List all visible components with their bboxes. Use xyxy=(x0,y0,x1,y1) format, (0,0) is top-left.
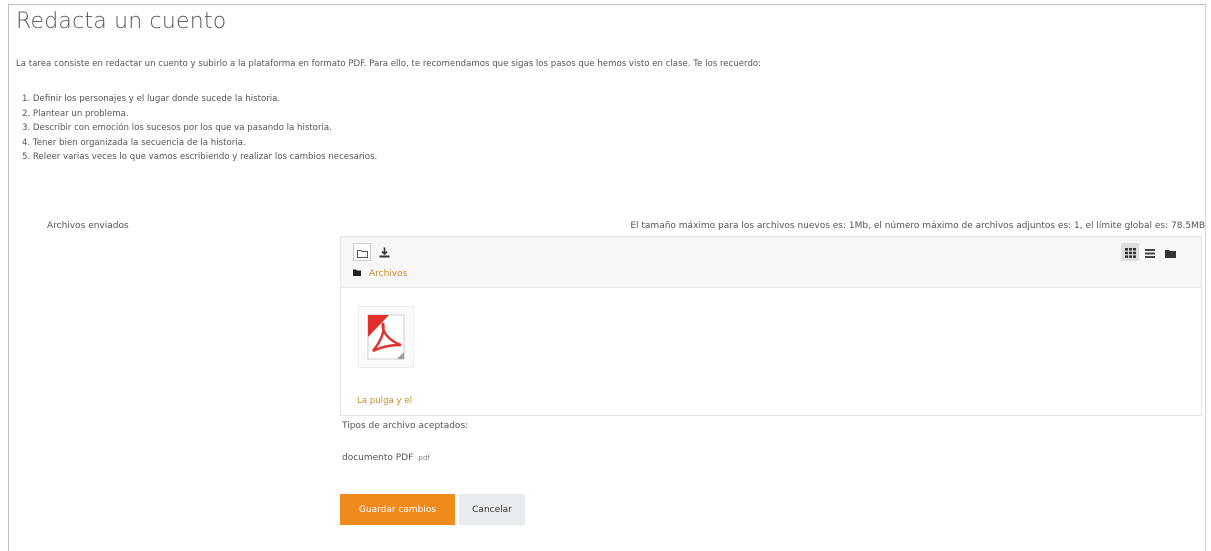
accepted-type: documento PDF .pdf xyxy=(342,453,430,463)
list-view-icon xyxy=(1145,243,1155,262)
step-item: 5. Releer varias veces lo que vamos escr… xyxy=(22,152,378,162)
tree-view-button[interactable] xyxy=(1161,243,1179,261)
accepted-types-label: Tipos de archivo aceptados: xyxy=(342,421,469,431)
submitted-files-label: Archivos enviados xyxy=(47,221,129,231)
accepted-type-extension: .pdf xyxy=(416,454,430,462)
step-item: 2. Plantear un problema. xyxy=(22,108,129,119)
file-manager: Archivos La pulga y el xyxy=(340,236,1202,416)
download-icon xyxy=(379,243,390,262)
breadcrumb: Archivos xyxy=(353,269,407,279)
intro-text: La tarea consiste en redactar un cuento … xyxy=(16,59,762,69)
file-name[interactable]: La pulga y el xyxy=(357,396,412,406)
file-manager-toolbar: Archivos xyxy=(341,237,1201,288)
grid-view-button[interactable] xyxy=(1121,243,1139,261)
steps-list: 1. Definir los personajes y el lugar don… xyxy=(22,92,377,165)
accepted-type-name: documento PDF xyxy=(342,453,414,463)
page-title: Redacta un cuento xyxy=(16,9,227,34)
file-list-area: La pulga y el xyxy=(341,288,1201,415)
file-thumbnail xyxy=(358,306,414,368)
cancel-button[interactable]: Cancelar xyxy=(459,494,525,525)
upload-limits-text: El tamaño máximo para los archivos nuevo… xyxy=(630,221,1205,231)
list-view-button[interactable] xyxy=(1141,243,1159,261)
breadcrumb-files-link[interactable]: Archivos xyxy=(369,269,407,279)
download-all-button[interactable] xyxy=(375,243,393,261)
folder-icon xyxy=(353,269,361,279)
grid-view-icon xyxy=(1124,243,1136,262)
step-item: 3. Describir con emoción los sucesos por… xyxy=(22,123,332,133)
step-item: 1. Definir los personajes y el lugar don… xyxy=(22,94,281,104)
add-file-button[interactable] xyxy=(353,243,371,261)
folder-outline-icon xyxy=(356,243,368,262)
step-item: 4. Tener bien organizada la secuencia de… xyxy=(22,137,246,148)
file-tile[interactable]: La pulga y el xyxy=(351,304,421,406)
save-changes-button[interactable]: Guardar cambios xyxy=(340,494,455,525)
folder-view-icon xyxy=(1164,243,1176,262)
